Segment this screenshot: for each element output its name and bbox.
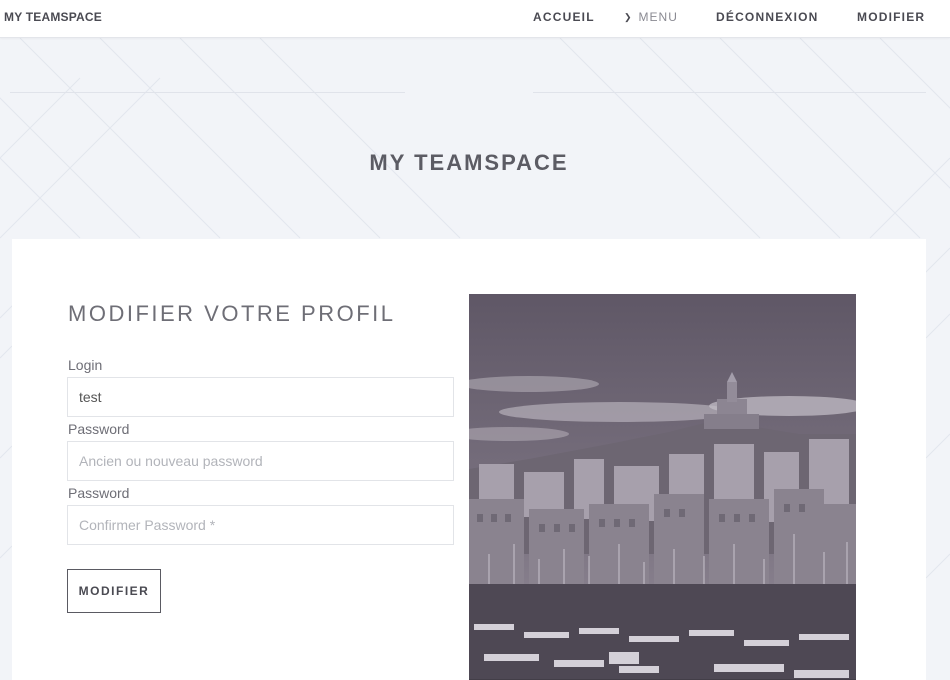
modifier-submit-button[interactable]: MODIFIER <box>67 569 161 613</box>
confirm-password-label: Password <box>68 485 130 501</box>
nav-modifier[interactable]: MODIFIER <box>857 10 925 24</box>
top-navigation-bar: MY TEAMSPACE ACCUEIL ❯ MENU DÉCONNEXION M… <box>0 0 950 38</box>
brand-logo[interactable]: MY TEAMSPACE <box>4 10 102 24</box>
login-input[interactable] <box>67 377 454 417</box>
form-title: MODIFIER VOTRE PROFIL <box>68 301 396 326</box>
nav-menu-dropdown[interactable]: ❯ MENU <box>624 10 678 24</box>
profile-card: MODIFIER VOTRE PROFIL Login Password Pas… <box>12 239 926 680</box>
header-divider-left <box>10 92 405 93</box>
header-divider-right <box>533 92 926 93</box>
login-label: Login <box>68 357 103 373</box>
nav-deconnexion[interactable]: DÉCONNEXION <box>716 10 819 24</box>
password-label: Password <box>68 421 130 437</box>
city-harbor-photo <box>469 294 856 680</box>
page-title: MY TEAMSPACE <box>369 150 569 175</box>
nav-menu-label: MENU <box>638 10 678 24</box>
password-input[interactable] <box>67 441 454 481</box>
chevron-down-icon: ❯ <box>624 12 633 22</box>
harbor-illustration <box>469 294 856 680</box>
confirm-password-input[interactable] <box>67 505 454 545</box>
nav-accueil[interactable]: ACCUEIL <box>533 10 595 24</box>
